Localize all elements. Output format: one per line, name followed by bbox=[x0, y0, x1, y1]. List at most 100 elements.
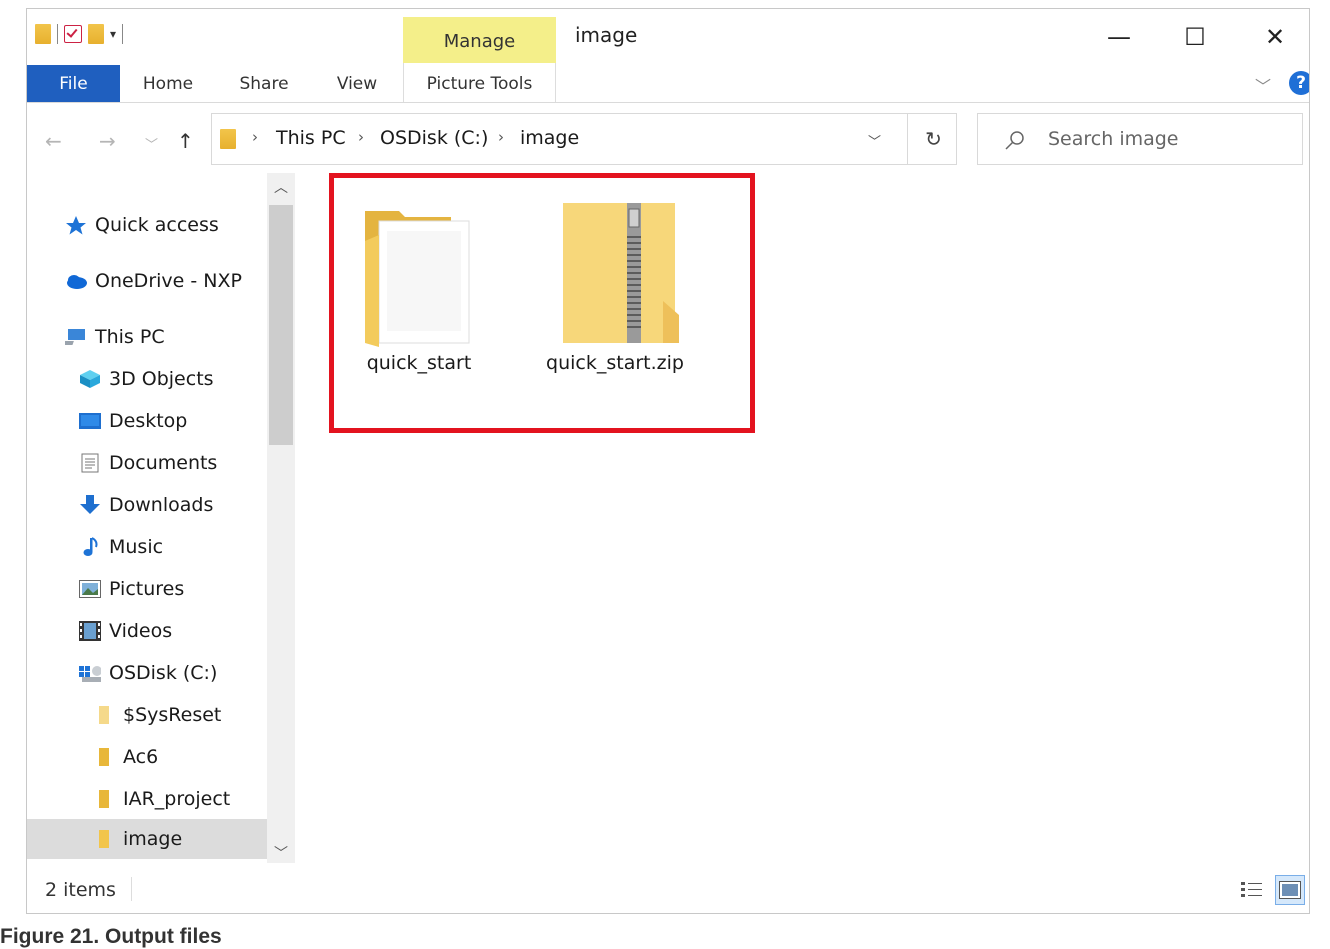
nav-item-label: 3D Objects bbox=[109, 368, 214, 390]
download-icon bbox=[79, 495, 101, 515]
breadcrumb-chevron-icon[interactable]: › bbox=[358, 128, 364, 146]
file-name: quick_start bbox=[366, 352, 472, 374]
properties-icon[interactable] bbox=[64, 25, 82, 43]
nav-item-label: This PC bbox=[95, 326, 165, 348]
details-view-button[interactable] bbox=[1237, 875, 1267, 905]
nav-pane-scroll-thumb[interactable] bbox=[269, 205, 293, 445]
address-dropdown-icon[interactable]: ﹀ bbox=[868, 131, 881, 150]
drive-icon bbox=[79, 663, 101, 683]
nav-item-label: image bbox=[123, 828, 183, 850]
ribbon-divider bbox=[27, 102, 1309, 103]
refresh-button[interactable]: ↻ bbox=[907, 113, 959, 165]
nav-item-label: IAR_project bbox=[123, 788, 231, 810]
forward-arrow-icon[interactable]: → bbox=[99, 129, 116, 153]
document-icon bbox=[79, 453, 101, 473]
tab-view[interactable]: View bbox=[327, 65, 387, 103]
folder-icon bbox=[220, 129, 236, 149]
folder-icon bbox=[93, 747, 115, 767]
nav-item-label: $SysReset bbox=[123, 704, 222, 726]
nav-item-label: OneDrive - NXP bbox=[95, 270, 242, 292]
folder-icon bbox=[365, 211, 470, 347]
toolbar-separator bbox=[57, 24, 58, 44]
folder-icon[interactable] bbox=[35, 24, 51, 44]
picture-icon bbox=[79, 579, 101, 599]
recent-locations-chevron-icon[interactable]: ﹀ bbox=[145, 134, 158, 153]
breadcrumb-chevron-icon[interactable]: › bbox=[252, 128, 258, 146]
breadcrumb-chevron-icon[interactable]: › bbox=[498, 128, 504, 146]
search-placeholder: Search image bbox=[1048, 128, 1179, 150]
nav-item-ac6[interactable]: Ac6 bbox=[27, 737, 267, 777]
file-item-quick-start[interactable]: quick_start bbox=[359, 197, 479, 374]
details-view-icon bbox=[1241, 882, 1262, 897]
nav-item-videos[interactable]: Videos bbox=[27, 611, 267, 651]
nav-item-documents[interactable]: Documents bbox=[27, 443, 267, 483]
cube-icon bbox=[79, 369, 101, 389]
status-separator bbox=[131, 877, 132, 901]
computer-icon bbox=[65, 327, 87, 347]
nav-item-osdisk[interactable]: OSDisk (C:) bbox=[27, 653, 267, 693]
nav-item-iar-project[interactable]: IAR_project bbox=[27, 779, 267, 819]
nav-item-desktop[interactable]: Desktop bbox=[27, 401, 267, 441]
scroll-down-chevron-icon[interactable]: ﹀ bbox=[267, 843, 295, 863]
nav-item-quick-access[interactable]: Quick access bbox=[27, 205, 267, 245]
nav-item-onedrive[interactable]: OneDrive - NXP bbox=[27, 261, 267, 301]
nav-item-3d-objects[interactable]: 3D Objects bbox=[27, 359, 267, 399]
customize-toolbar-dropdown-icon[interactable]: ▾ bbox=[110, 27, 116, 41]
breadcrumb-osdisk[interactable]: OSDisk (C:) bbox=[380, 127, 488, 149]
nav-item-label: OSDisk (C:) bbox=[109, 662, 218, 684]
toolbar-separator bbox=[122, 24, 124, 44]
window-title: image bbox=[575, 23, 638, 47]
address-bar[interactable]: › This PC › OSDisk (C:) › image ﹀ bbox=[211, 113, 957, 165]
star-icon bbox=[65, 215, 87, 235]
video-icon bbox=[79, 621, 101, 641]
nav-item-label: Desktop bbox=[109, 410, 188, 432]
nav-item-downloads[interactable]: Downloads bbox=[27, 485, 267, 525]
music-icon bbox=[79, 537, 101, 557]
refresh-icon: ↻ bbox=[925, 127, 942, 151]
folder-icon bbox=[93, 705, 115, 725]
cloud-icon bbox=[65, 271, 87, 291]
nav-item-label: Documents bbox=[109, 452, 218, 474]
close-button[interactable]: ✕ bbox=[1239, 17, 1309, 57]
nav-item-label: Videos bbox=[109, 620, 173, 642]
new-folder-icon[interactable] bbox=[88, 24, 104, 44]
nav-item-sysreset[interactable]: $SysReset bbox=[27, 695, 267, 735]
breadcrumb-this-pc[interactable]: This PC bbox=[276, 127, 346, 149]
maximize-button[interactable]: ☐ bbox=[1159, 17, 1231, 57]
tab-file[interactable]: File bbox=[27, 65, 120, 103]
back-arrow-icon[interactable]: ← bbox=[45, 129, 62, 153]
nav-item-label: Quick access bbox=[95, 214, 219, 236]
minimize-icon: — bbox=[1107, 23, 1131, 51]
nav-item-label: Pictures bbox=[109, 578, 185, 600]
zip-folder-icon bbox=[563, 203, 679, 343]
close-icon: ✕ bbox=[1264, 23, 1286, 51]
folder-icon bbox=[93, 829, 115, 849]
minimize-button[interactable]: — bbox=[1083, 17, 1155, 57]
scroll-up-chevron-icon[interactable]: ︿ bbox=[267, 177, 295, 197]
file-name: quick_start.zip bbox=[546, 352, 684, 374]
figure-caption: Figure 21. Output files bbox=[0, 925, 222, 948]
nav-item-this-pc[interactable]: This PC bbox=[27, 317, 267, 357]
quick-access-toolbar: ▾ bbox=[35, 21, 124, 47]
search-icon bbox=[1005, 131, 1024, 150]
nav-item-label: Downloads bbox=[109, 494, 214, 516]
file-explorer-window: ▾ Manage image — ☐ ✕ File Home Share Vie… bbox=[26, 8, 1310, 914]
large-icons-view-button[interactable] bbox=[1275, 875, 1305, 905]
search-input[interactable]: Search image bbox=[977, 113, 1303, 165]
file-item-quick-start-zip[interactable]: quick_start.zip bbox=[545, 197, 685, 374]
tab-picture-tools[interactable]: Picture Tools bbox=[403, 65, 556, 103]
manage-tab-label[interactable]: Manage bbox=[403, 17, 556, 63]
maximize-icon: ☐ bbox=[1184, 23, 1206, 51]
nav-item-music[interactable]: Music bbox=[27, 527, 267, 567]
tab-share[interactable]: Share bbox=[231, 65, 297, 103]
tab-home[interactable]: Home bbox=[131, 65, 205, 103]
help-icon[interactable]: ? bbox=[1289, 71, 1309, 95]
nav-item-pictures[interactable]: Pictures bbox=[27, 569, 267, 609]
up-arrow-icon[interactable]: ↑ bbox=[177, 129, 194, 153]
expand-ribbon-chevron-icon[interactable]: ﹀ bbox=[1255, 73, 1271, 97]
status-item-count: 2 items bbox=[45, 879, 116, 901]
breadcrumb-image[interactable]: image bbox=[520, 127, 579, 149]
folder-icon bbox=[93, 789, 115, 809]
nav-item-image[interactable]: image bbox=[27, 819, 267, 859]
large-icons-view-icon bbox=[1279, 881, 1301, 899]
